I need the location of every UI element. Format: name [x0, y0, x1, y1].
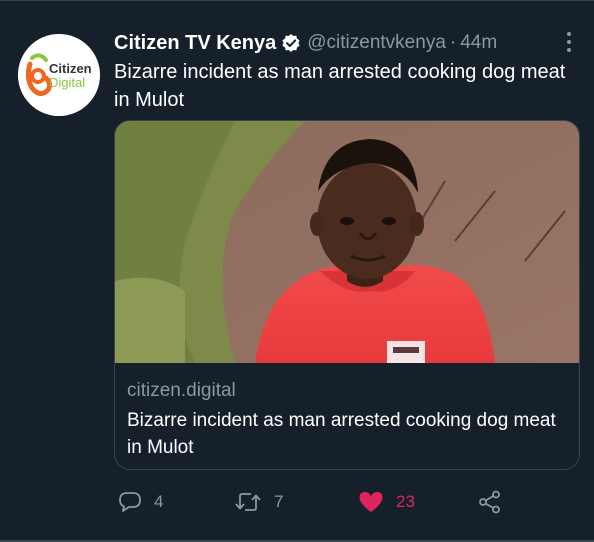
- like-button[interactable]: 23: [358, 488, 415, 516]
- avatar[interactable]: Citizen Digital: [18, 34, 100, 116]
- share-icon: [478, 490, 502, 514]
- tweet-text: Bizarre incident as man arrested cooking…: [114, 61, 566, 111]
- retweet-count: 7: [274, 492, 284, 511]
- like-count: 23: [396, 492, 415, 511]
- top-divider: [0, 0, 594, 1]
- header-separator: ·: [449, 32, 457, 53]
- link-card[interactable]: citizen.digital Bizarre incident as man …: [114, 120, 580, 470]
- reply-count: 4: [154, 492, 164, 511]
- verified-badge-icon: [281, 33, 301, 53]
- citizen-digital-logo: Citizen Digital: [18, 34, 100, 116]
- logo-text-bottom: Digital: [49, 75, 85, 90]
- author-handle[interactable]: @citizentvkenya: [307, 32, 446, 54]
- retweet-icon: [234, 490, 262, 514]
- heart-icon: [358, 490, 384, 514]
- author-name[interactable]: Citizen TV Kenya: [114, 32, 276, 55]
- logo-text-top: Citizen: [49, 61, 92, 76]
- card-image: [115, 121, 579, 363]
- tweet-header: Citizen TV Kenya @citizentvkenya · 44m: [114, 30, 497, 56]
- tweet-timestamp[interactable]: 44m: [460, 32, 497, 54]
- retweet-button[interactable]: 7: [234, 488, 283, 516]
- reply-button[interactable]: 4: [118, 488, 163, 516]
- more-vertical-icon[interactable]: [562, 30, 576, 54]
- card-domain: citizen.digital: [127, 380, 236, 401]
- reply-icon: [118, 490, 142, 514]
- card-title: Bizarre incident as man arrested cooking…: [127, 410, 556, 458]
- share-button[interactable]: [478, 488, 502, 516]
- tweet-actions: 4 7 23: [0, 488, 594, 516]
